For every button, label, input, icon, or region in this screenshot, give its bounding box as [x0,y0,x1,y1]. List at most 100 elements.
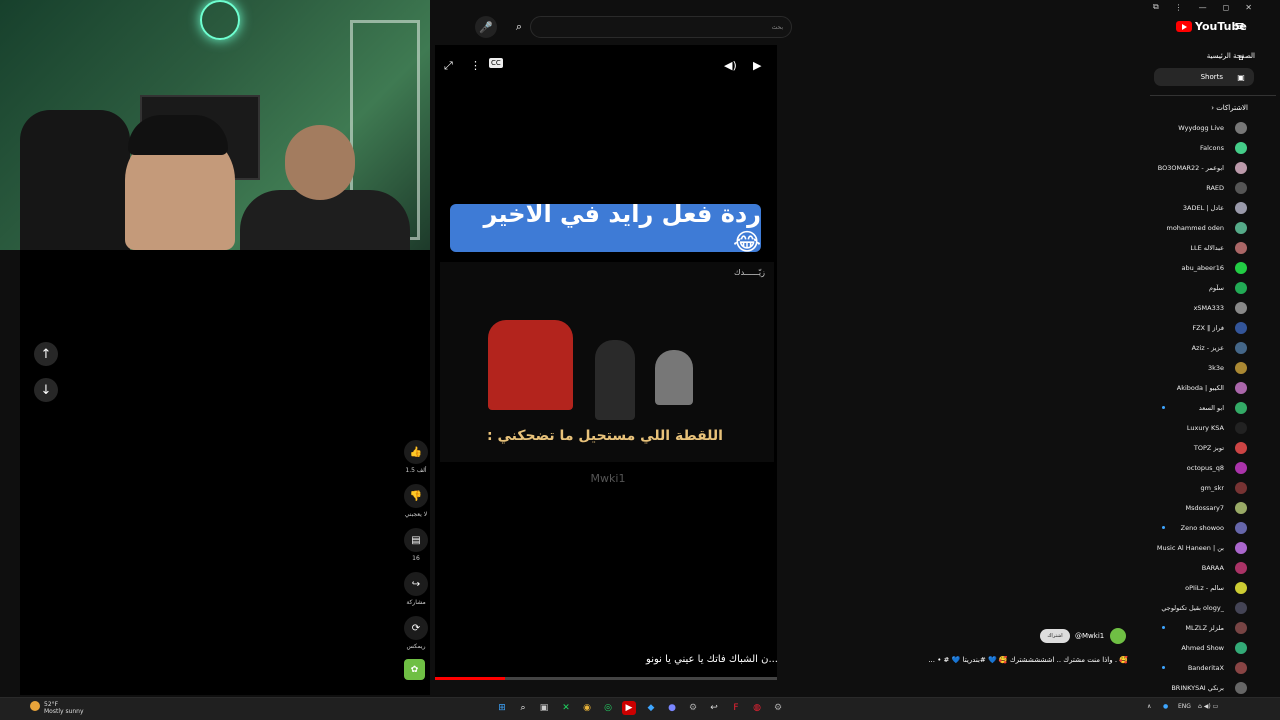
sidebar-item-subscription[interactable]: BO3OMAR22 - ابوعمر [1124,164,1224,172]
search-input[interactable]: بحث [530,16,792,38]
sidebar-item-subscription[interactable]: Msdossary7 [1124,504,1224,512]
channel-avatar-icon [1235,662,1247,674]
remix-label: ريمكس [406,643,426,650]
left-panel [20,250,430,695]
channel-avatar-icon [1235,202,1247,214]
xbox-icon[interactable]: ✕ [559,701,573,715]
minimize-icon[interactable]: — [1199,3,1207,12]
channel-avatar[interactable]: ✿ [404,659,425,680]
language-indicator[interactable]: ENG [1178,703,1191,710]
weather-temp: 52°F [44,701,59,708]
sidebar-item-subscription[interactable]: Music Al Haneen | بن [1124,544,1224,552]
sidebar-item-subscription[interactable]: Falcons [1124,144,1224,152]
sidebar-item-subscription[interactable]: Akiboda | الكيبو [1124,384,1224,392]
steam-icon[interactable]: ⚙ [686,701,700,715]
comment-icon[interactable]: ▤ [404,528,428,552]
streamer-cap [128,115,228,155]
previous-short-button[interactable]: ↑ [34,342,58,366]
play-icon[interactable]: ▶ [753,59,761,72]
shorts-label: Shorts [1200,73,1223,81]
sidebar-item-subscription[interactable]: BARAA [1124,564,1224,572]
extension-icon[interactable]: ⧉ [1153,2,1159,12]
channel-logo: زيّــــــدك [734,268,765,277]
dislike-action[interactable]: 👎 لا يعجبني [403,484,429,518]
mic-icon[interactable]: 🎤 [475,16,497,38]
sidebar-item-subscription[interactable]: Wyydogg Live [1124,124,1224,132]
sidebar-item-subscription[interactable]: Aziz - عزيز [1124,344,1224,352]
sidebar-item-subscription[interactable]: Ahmed Show [1124,644,1224,652]
sidebar-item-subscription[interactable]: TOPZ توبز [1124,444,1224,452]
menu-icon[interactable]: ≡ [1234,19,1245,34]
arrow-app-icon[interactable]: ↩ [707,701,721,715]
taskbar-search-icon[interactable]: ⌕ [516,701,530,715]
kebab-icon[interactable]: ⋮ [1175,3,1183,12]
weather-desc: Mostly sunny [44,708,84,715]
like-action[interactable]: 👍 1.5 ألف [403,440,429,474]
youtube-taskbar-icon[interactable]: ▶ [622,701,636,715]
comment-action[interactable]: ▤ 16 [403,528,429,562]
home-label: الصفحة الرئيسية [1206,52,1255,60]
live-dot-icon [1162,666,1165,669]
sidebar-item-subscription[interactable]: abu_abeer16 [1124,264,1224,272]
dislike-label: لا يعجبني [404,511,428,518]
sidebar-item-subscription[interactable]: بقيل تكنولوجي ology_ [1124,604,1224,612]
sidebar-item-subscription[interactable]: Zeno showoo [1124,524,1224,532]
webcam-overlay [0,0,430,250]
next-short-button[interactable]: ↓ [34,378,58,402]
weather-icon[interactable] [30,701,40,711]
settings-icon[interactable]: ⚙ [771,701,785,715]
subscriptions-header[interactable]: › الاشتراكات [1180,104,1248,112]
app-icon[interactable]: ◆ [644,701,658,715]
sidebar-item-subscription[interactable]: سلّوم [1124,284,1224,292]
channel-avatar-icon [1235,462,1247,474]
video-bottom-text: ...ن الشباك فاتك يا عيني يا نونو [646,654,778,665]
thumbs-down-icon[interactable]: 👎 [404,484,428,508]
share-icon[interactable]: ↪ [404,572,428,596]
sidebar-item-subscription[interactable]: mohammed oden [1124,224,1225,232]
f-app-icon[interactable]: F [729,701,743,715]
fullscreen-icon[interactable]: ⤢ [444,59,453,73]
game-app-icon[interactable]: ◍ [750,701,764,715]
chrome-icon[interactable]: ◉ [580,701,594,715]
guest-face [285,125,355,200]
sidebar-item-subscription[interactable]: BanderitaX [1124,664,1224,672]
subscribe-pill[interactable]: اشتراك [1040,629,1070,643]
whatsapp-icon[interactable]: ◎ [601,701,615,715]
sidebar-item-subscription[interactable]: MLZLZ ملزلز [1124,624,1224,632]
taskview-icon[interactable]: ▣ [537,701,551,715]
tray-mic-icon[interactable]: ● [1163,703,1168,710]
sidebar-item-subscription[interactable]: RAED [1124,184,1224,192]
remix-action[interactable]: ⟳ ريمكس [403,616,429,650]
more-options-icon[interactable]: ⋮ [470,59,481,72]
captions-icon[interactable]: CC [489,58,503,68]
window-controls: ⧉ ⋮ — ◻ ✕ [1153,0,1252,14]
sidebar-item-subscription[interactable]: FZX ‖ فراز [1124,324,1224,332]
discord-icon[interactable]: ● [665,701,679,715]
weather-widget[interactable]: 52°F Mostly sunny [44,701,84,715]
sidebar-item-subscription[interactable]: xSMA333 [1124,304,1224,312]
start-icon[interactable]: ⊞ [495,701,509,715]
remix-icon[interactable]: ⟳ [404,616,428,640]
sidebar-item-subscription[interactable]: 3k3e [1124,364,1224,372]
volume-icon[interactable]: ◀) [724,59,737,72]
progress-bar[interactable] [435,677,777,680]
sidebar-item-subscription[interactable]: 3ADEL | عادل [1124,204,1224,212]
channel-avatar-icon [1235,682,1247,694]
tray-chevron-icon[interactable]: ∧ [1147,703,1151,710]
sidebar-item-subscription[interactable]: oPIiLz - سالم [1124,584,1224,592]
share-action[interactable]: ↪ مشاركة [403,572,429,606]
search-icon[interactable]: ⌕ [508,16,530,38]
person-black-hoodie [595,340,635,420]
sidebar-item-subscription[interactable]: ابو السعد [1124,404,1224,412]
sidebar-item-subscription[interactable]: gm_skr [1124,484,1224,492]
sidebar-item-subscription[interactable]: BRINKYSAI برنكي [1124,684,1224,692]
sidebar-item-subscription[interactable]: octopus_q8 [1124,464,1224,472]
tray-network-icon[interactable]: ⌂ ◀) ▭ [1198,703,1218,710]
thumbs-up-icon[interactable]: 👍 [404,440,428,464]
sidebar-item-subscription[interactable]: Luxury KSA [1124,424,1224,432]
channel-avatar-icon [1235,502,1247,514]
close-icon[interactable]: ✕ [1245,3,1252,12]
sidebar-item-subscription[interactable]: LLE عبدالاله [1124,244,1224,252]
person-grey [655,350,693,405]
restore-icon[interactable]: ◻ [1223,3,1230,12]
